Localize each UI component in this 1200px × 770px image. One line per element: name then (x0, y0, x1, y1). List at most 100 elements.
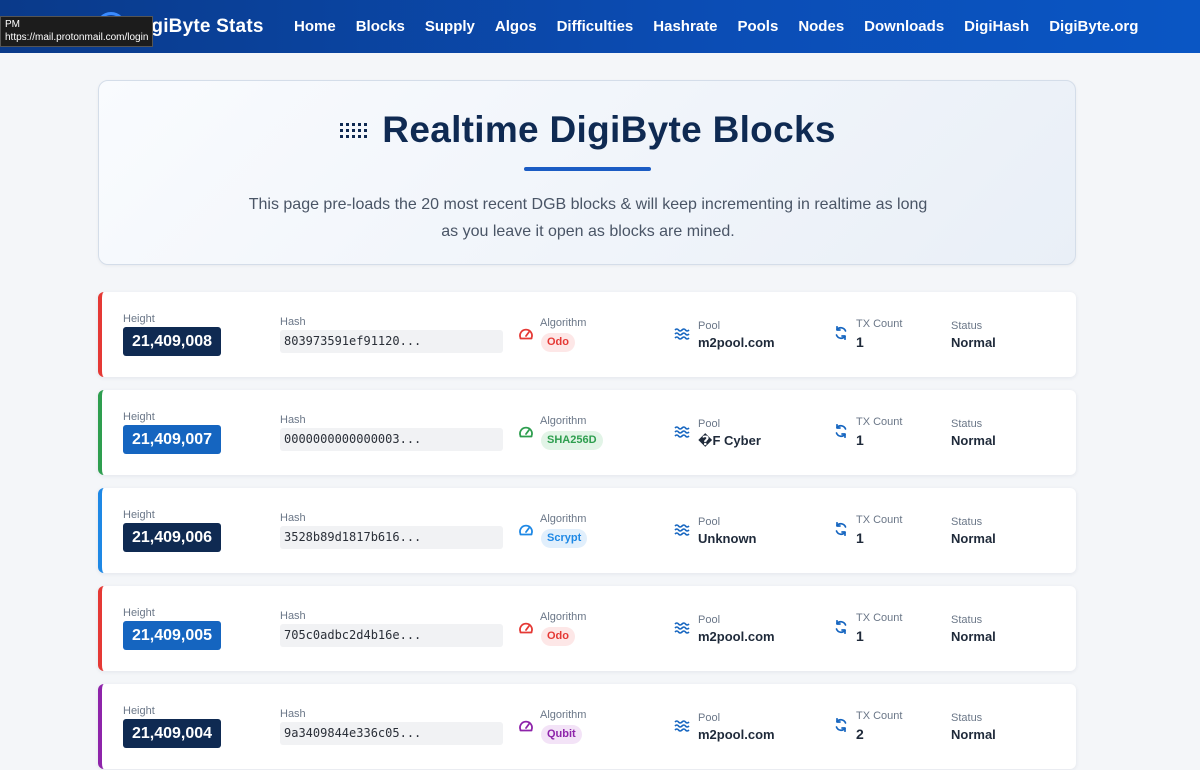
status-value: Normal (951, 335, 996, 350)
tx-count-value: 2 (856, 726, 864, 742)
nav-downloads[interactable]: Downloads (854, 0, 954, 53)
tx-count-label: TX Count (856, 710, 903, 722)
sync-icon (835, 424, 847, 438)
pool-label: Pool (698, 614, 721, 626)
block-card[interactable]: Height 21,409,008 Hash 803973591ef91120.… (98, 292, 1076, 377)
pool-label: Pool (698, 320, 721, 332)
nav-digibyte-org[interactable]: DigiByte.org (1039, 0, 1148, 53)
sync-icon (835, 326, 847, 340)
water-waves-icon (674, 426, 690, 438)
algorithm-badge: Odo (541, 333, 575, 352)
tx-count-label: TX Count (856, 612, 903, 624)
nav-blocks[interactable]: Blocks (346, 0, 415, 53)
status-label: Status (951, 320, 983, 332)
tx-count-label: TX Count (856, 514, 903, 526)
sync-icon (835, 620, 847, 634)
pool-value: m2pool.com (698, 335, 775, 350)
tx-count-value: 1 (856, 432, 864, 448)
speedometer-icon (519, 426, 533, 438)
hash-label: Hash (280, 610, 306, 622)
tx-count-label: TX Count (856, 318, 903, 330)
block-hash[interactable]: 3528b89d1817b616... (280, 526, 503, 549)
hash-label: Hash (280, 316, 306, 328)
hero-heading: Realtime DigiByte Blocks (99, 109, 1077, 151)
block-card[interactable]: Height 21,409,005 Hash 705c0adbc2d4b16e.… (98, 586, 1076, 671)
status-value: Normal (951, 727, 996, 742)
main-nav: Home Blocks Supply Algos Difficulties Ha… (284, 0, 1148, 53)
block-hash[interactable]: 9a3409844e336c05... (280, 722, 503, 745)
water-waves-icon (674, 720, 690, 732)
tx-count-value: 1 (856, 628, 864, 644)
block-card[interactable]: Height 21,409,006 Hash 3528b89d1817b616.… (98, 488, 1076, 573)
water-waves-icon (674, 524, 690, 536)
height-label: Height (123, 313, 155, 325)
tooltip-url: https://mail.protonmail.com/login (5, 32, 149, 43)
block-card[interactable]: Height 21,409,007 Hash 0000000000000003.… (98, 390, 1076, 475)
height-label: Height (123, 411, 155, 423)
block-hash[interactable]: 803973591ef91120... (280, 330, 503, 353)
speedometer-icon (519, 328, 533, 340)
status-label: Status (951, 712, 983, 724)
block-height-badge[interactable]: 21,409,008 (123, 327, 221, 356)
algorithm-badge: Odo (541, 627, 575, 646)
hash-label: Hash (280, 414, 306, 426)
title-underline (524, 167, 651, 171)
nav-hashrate[interactable]: Hashrate (643, 0, 727, 53)
water-waves-icon (674, 622, 690, 634)
pool-value: Unknown (698, 531, 757, 546)
speedometer-icon (519, 622, 533, 634)
hash-label: Hash (280, 708, 306, 720)
algorithm-label: Algorithm (540, 611, 587, 623)
nav-home[interactable]: Home (284, 0, 346, 53)
tooltip-line-1: PM (5, 19, 20, 30)
block-hash[interactable]: 705c0adbc2d4b16e... (280, 624, 503, 647)
algorithm-badge: SHA256D (541, 431, 603, 450)
hero-panel: Realtime DigiByte Blocks This page pre-l… (98, 80, 1076, 265)
nav-algos[interactable]: Algos (485, 0, 547, 53)
height-label: Height (123, 705, 155, 717)
algorithm-label: Algorithm (540, 317, 587, 329)
speedometer-icon (519, 524, 533, 536)
tx-count-label: TX Count (856, 416, 903, 428)
algorithm-label: Algorithm (540, 415, 587, 427)
page-title: Realtime DigiByte Blocks (382, 109, 836, 150)
speedometer-icon (519, 720, 533, 732)
status-label: Status (951, 418, 983, 430)
height-label: Height (123, 607, 155, 619)
algorithm-label: Algorithm (540, 709, 587, 721)
hash-label: Hash (280, 512, 306, 524)
algorithm-label: Algorithm (540, 513, 587, 525)
nav-nodes[interactable]: Nodes (788, 0, 854, 53)
top-navbar: DigiByte Stats Home Blocks Supply Algos … (0, 0, 1200, 53)
block-height-badge[interactable]: 21,409,004 (123, 719, 221, 748)
pool-value: m2pool.com (698, 629, 775, 644)
block-height-badge[interactable]: 21,409,005 (123, 621, 221, 650)
pool-value: m2pool.com (698, 727, 775, 742)
status-label: Status (951, 516, 983, 528)
water-waves-icon (674, 328, 690, 340)
pool-value: �F Cyber (698, 433, 761, 448)
status-label: Status (951, 614, 983, 626)
pool-label: Pool (698, 712, 721, 724)
block-height-badge[interactable]: 21,409,006 (123, 523, 221, 552)
sync-icon (835, 522, 847, 536)
grid-icon (340, 123, 368, 141)
nav-difficulties[interactable]: Difficulties (547, 0, 644, 53)
status-value: Normal (951, 433, 996, 448)
status-value: Normal (951, 629, 996, 644)
nav-pools[interactable]: Pools (727, 0, 788, 53)
nav-digihash[interactable]: DigiHash (954, 0, 1039, 53)
height-label: Height (123, 509, 155, 521)
link-status-tooltip: PM https://mail.protonmail.com/login (0, 16, 154, 47)
algorithm-badge: Qubit (541, 725, 582, 744)
algorithm-badge: Scrypt (541, 529, 588, 548)
block-hash[interactable]: 0000000000000003... (280, 428, 503, 451)
block-height-badge[interactable]: 21,409,007 (123, 425, 221, 454)
pool-label: Pool (698, 418, 721, 430)
status-value: Normal (951, 531, 996, 546)
block-card[interactable]: Height 21,409,004 Hash 9a3409844e336c05.… (98, 684, 1076, 769)
nav-supply[interactable]: Supply (415, 0, 485, 53)
tx-count-value: 1 (856, 334, 864, 350)
sync-icon (835, 718, 847, 732)
tx-count-value: 1 (856, 530, 864, 546)
